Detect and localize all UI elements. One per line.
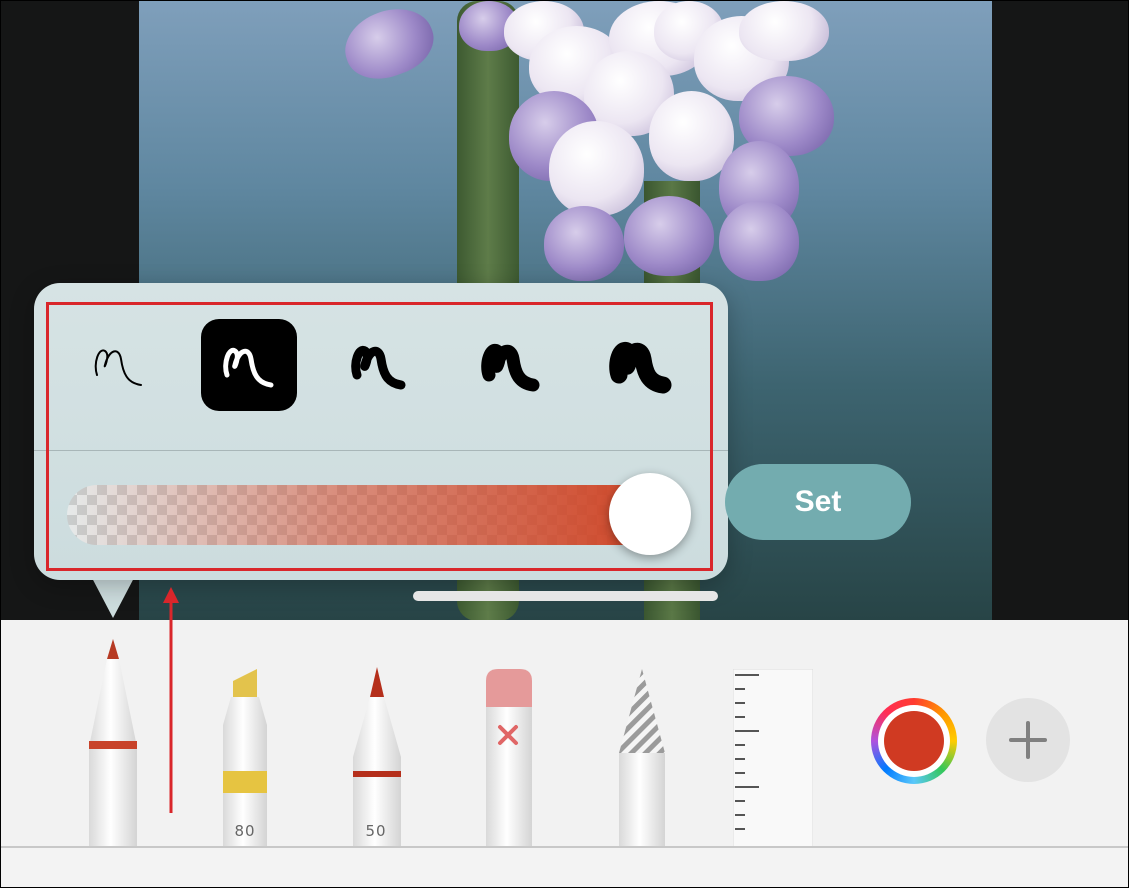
opacity-slider-track[interactable] [67,485,657,545]
thick-stroke-icon [481,343,540,392]
stroke-width-medium[interactable] [331,319,427,411]
opacity-slider-fill [67,485,657,545]
marker-size-label: 80 [234,822,256,840]
medium-stroke-icon [351,345,406,390]
popover-pointer [91,576,135,618]
lasso-tool[interactable] [615,667,669,849]
home-indicator[interactable] [413,591,718,601]
thin-stroke-icon [223,347,274,388]
ruler-tool[interactable] [733,669,813,847]
eraser-tool[interactable] [482,667,536,849]
opacity-slider-thumb[interactable] [609,473,691,555]
ruler-icon [733,669,813,847]
bottom-strip [1,846,1128,887]
screenshot-frame: Set 80 50 [0,0,1129,888]
stroke-width-thinnest[interactable] [71,319,167,411]
popover-divider [34,450,728,451]
stroke-width-thick[interactable] [463,319,559,411]
thickest-stroke-icon [609,341,672,394]
annotation-arrow-icon [163,587,179,813]
lasso-icon [619,669,665,849]
eraser-icon [486,669,532,849]
plus-icon[interactable] [986,698,1070,782]
current-color-swatch [884,711,944,771]
stroke-width-thickest[interactable] [593,319,689,411]
pen-tool[interactable] [85,637,141,849]
color-picker-button[interactable] [871,698,957,784]
thin-stroke-icon [94,349,142,386]
pencil-size-label: 50 [365,822,387,840]
stroke-width-thin[interactable] [201,319,297,411]
pen-icon [89,639,137,849]
set-button[interactable]: Set [725,464,911,540]
